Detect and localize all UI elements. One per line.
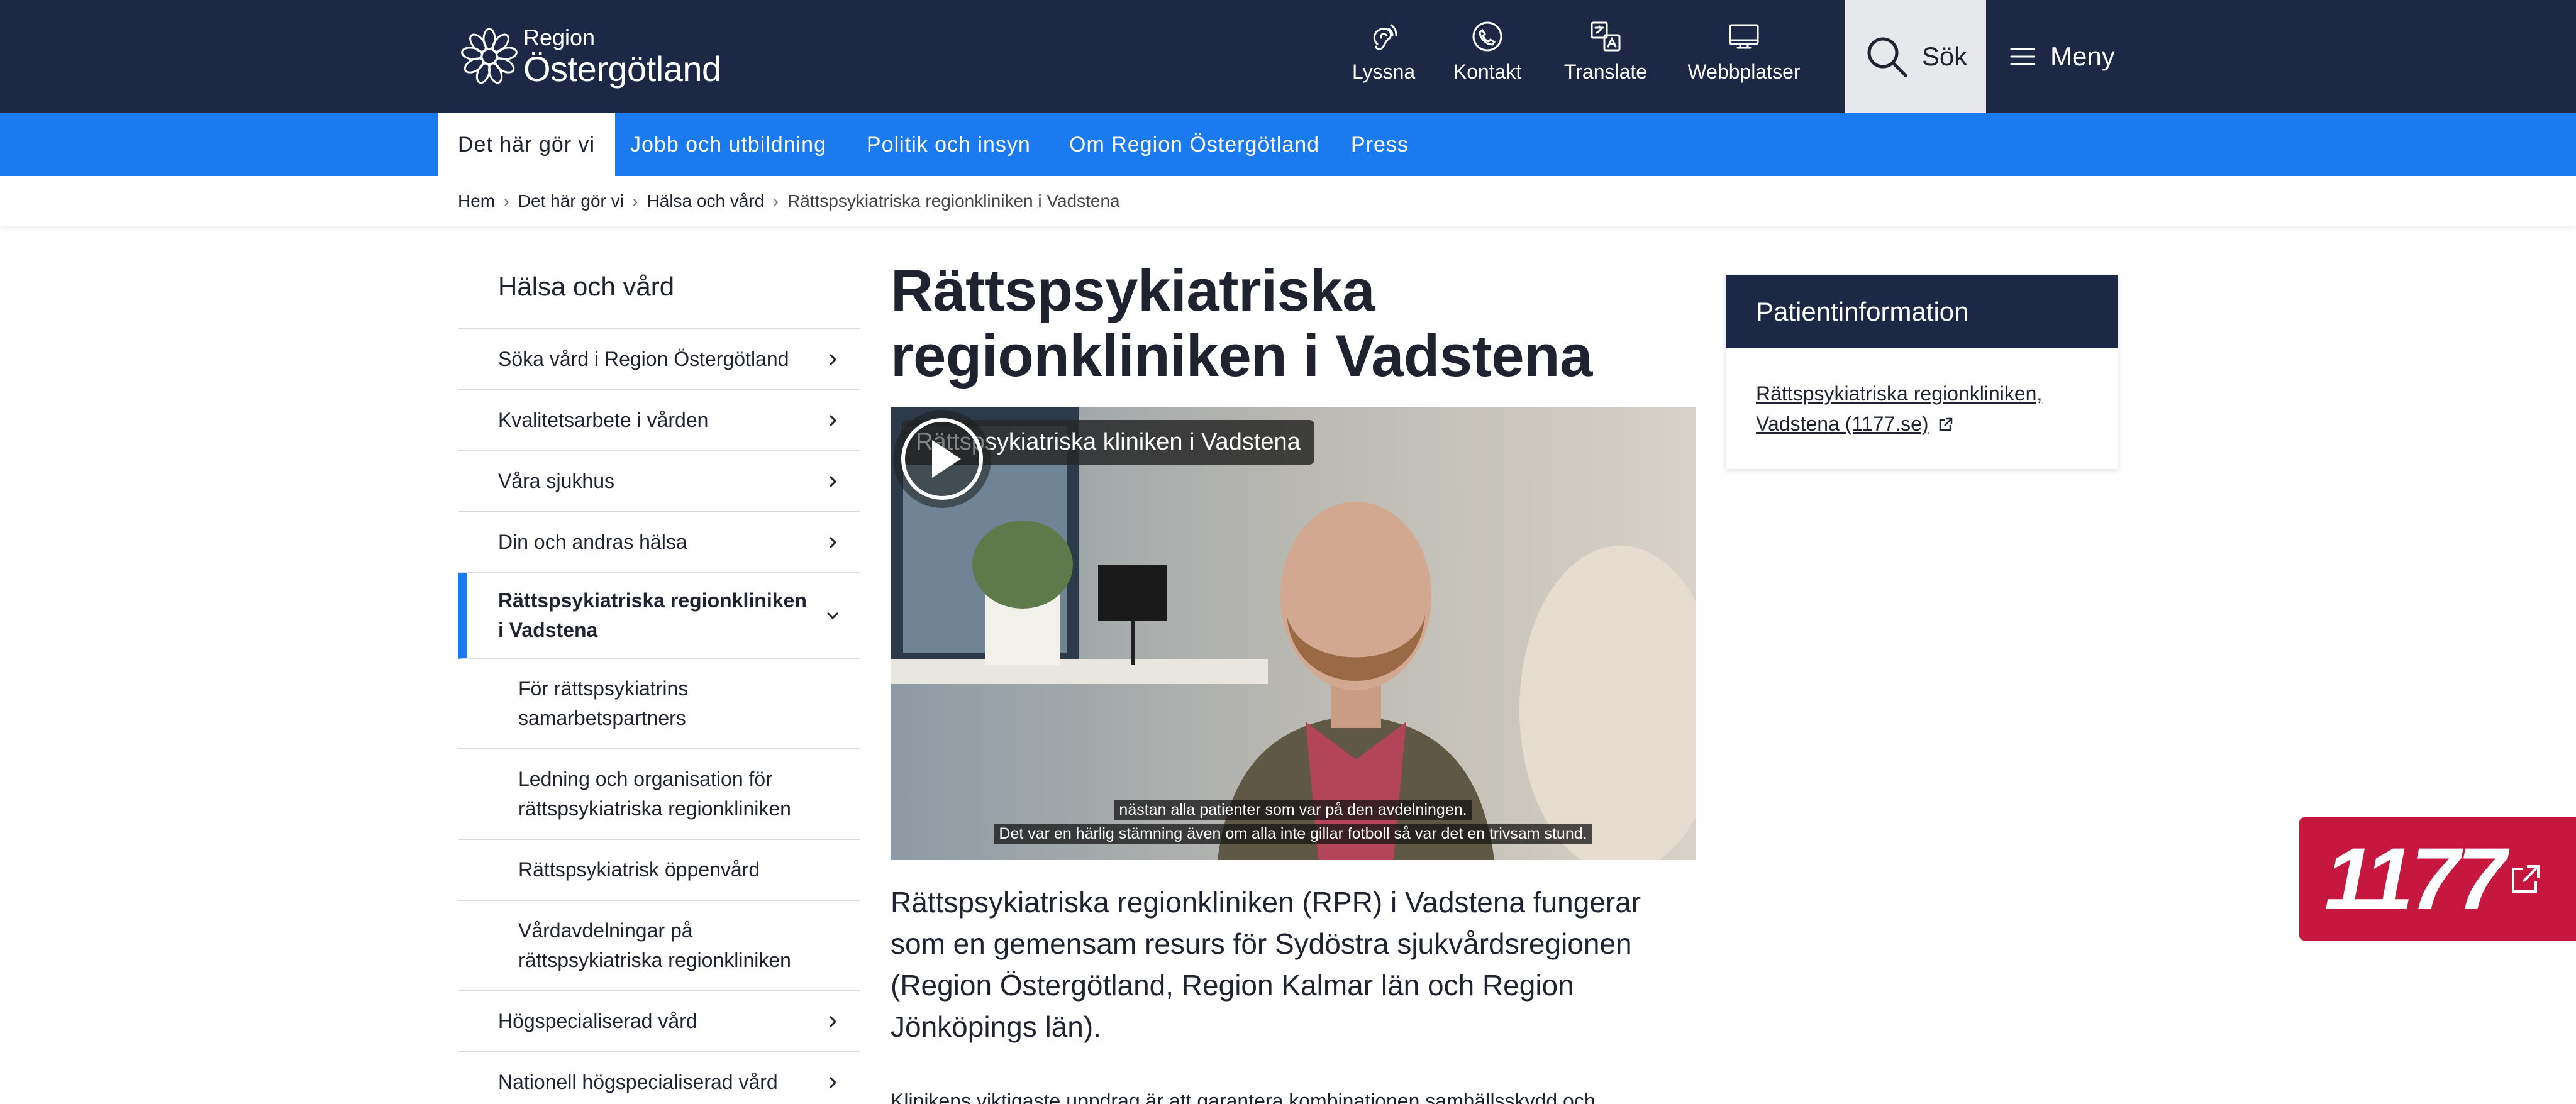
sidenav-item-nationell-hogspecialiserad-vard[interactable]: Nationell högspecialiserad vård bbox=[458, 1052, 860, 1104]
body-paragraph: Klinikens viktigaste uppdrag är att gara… bbox=[891, 1090, 1596, 1104]
breadcrumb-chevron-icon: › bbox=[504, 191, 509, 211]
sidenav-item-vara-sjukhus[interactable]: Våra sjukhus bbox=[458, 451, 860, 512]
patient-info-body: Rättspsykiatriska regionkliniken, Vadste… bbox=[1726, 348, 2118, 469]
search-icon bbox=[1867, 37, 1907, 77]
main-content: Rättspsykiatriska regionkliniken i Vadst… bbox=[891, 258, 1696, 1104]
chevron-right-icon bbox=[829, 536, 837, 548]
1177-badge-button[interactable]: 1177 bbox=[2299, 817, 2576, 941]
video-caption-line: nästan alla patienter som var på den avd… bbox=[891, 800, 1696, 820]
external-link-icon bbox=[2512, 865, 2540, 893]
sidenav-item-label: Rättspsykiatriska regionkliniken i Vadst… bbox=[498, 589, 807, 641]
websites-label: Webbplatser bbox=[1687, 60, 1801, 83]
sidenav-heading[interactable]: Hälsa och vård bbox=[458, 251, 860, 329]
sidenav-subitem-ledning-och-organisation[interactable]: Ledning och organisation för rättspsykia… bbox=[458, 749, 860, 840]
breadcrumb-link-halsa-och-vard[interactable]: Hälsa och vård bbox=[647, 191, 765, 211]
1177-logo-text: 1177 bbox=[2324, 829, 2506, 928]
logo-region-text: Region bbox=[523, 25, 596, 50]
play-icon[interactable] bbox=[891, 407, 994, 511]
sidenav-item-rattspsykiatriska-regionkliniken[interactable]: Rättspsykiatriska regionkliniken i Vadst… bbox=[458, 573, 860, 659]
sidenav-item-label: Din och andras hälsa bbox=[498, 531, 687, 553]
sidenav-item-label: Söka vård i Region Östergötland bbox=[498, 348, 789, 370]
menu-label: Meny bbox=[2050, 41, 2115, 71]
sidenav-item-label: Nationell högspecialiserad vård bbox=[498, 1071, 778, 1093]
ear-icon bbox=[1373, 24, 1397, 50]
sidenav-item-hogspecialiserad-vard[interactable]: Högspecialiserad vård bbox=[458, 991, 860, 1052]
lead-paragraph: Rättspsykiatriska regionkliniken (RPR) i… bbox=[891, 886, 1641, 1043]
chevron-right-icon bbox=[829, 1015, 837, 1027]
video-player[interactable]: Rättspsykiatriska kliniken i Vadstena nä… bbox=[891, 407, 1696, 860]
video-caption-text: Det var en härlig stämning även om alla … bbox=[994, 824, 1592, 844]
sidenav-item-label: Högspecialiserad vård bbox=[498, 1010, 697, 1032]
breadcrumb-chevron-icon: › bbox=[632, 191, 638, 211]
breadcrumb: Hem › Det här gör vi › Hälsa och vård › … bbox=[458, 176, 1120, 226]
region-flower-logo-icon bbox=[461, 28, 518, 84]
sidenav-subitem-oppenvard[interactable]: Rättspsykiatrisk öppenvård bbox=[458, 840, 860, 901]
nav-item-press[interactable]: Press bbox=[1351, 113, 1409, 176]
patient-info-link[interactable]: Rättspsykiatriska regionkliniken, Vadste… bbox=[1756, 382, 2042, 435]
listen-button[interactable]: Lyssna bbox=[1352, 19, 1415, 94]
translate-icon bbox=[1591, 21, 1621, 52]
sidenav-item-label: För rättspsykiatrins samarbetspartners bbox=[518, 677, 689, 729]
contact-label: Kontakt bbox=[1453, 60, 1522, 83]
monitor-icon bbox=[1729, 24, 1759, 49]
breadcrumb-link-det-har-gor-vi[interactable]: Det här gör vi bbox=[518, 191, 624, 211]
chevron-right-icon bbox=[829, 353, 837, 365]
region-logo[interactable]: Region Östergötland bbox=[458, 24, 728, 89]
translate-button[interactable]: Translate bbox=[1562, 19, 1649, 94]
page-title: Rättspsykiatriska regionkliniken i Vadst… bbox=[891, 257, 1592, 389]
logo-wordmark: Region Östergötland bbox=[523, 26, 721, 87]
nav-item-politik-och-insyn[interactable]: Politik och insyn bbox=[867, 113, 1031, 176]
search-label: Sök bbox=[1921, 41, 1968, 71]
site-header: Region Östergötland Lyssna Kontakt Trans… bbox=[0, 0, 2576, 113]
external-link-icon bbox=[1940, 417, 1953, 431]
sidenav-item-kvalitetsarbete[interactable]: Kvalitetsarbete i vården bbox=[458, 390, 860, 451]
nav-item-om-region-ostergotland[interactable]: Om Region Östergötland bbox=[1069, 113, 1319, 176]
sidenav-item-label: Våra sjukhus bbox=[498, 470, 614, 492]
sidenav-item-label: Kvalitetsarbete i vården bbox=[498, 409, 709, 431]
phone-icon bbox=[1472, 21, 1502, 52]
hamburger-menu-icon bbox=[2010, 48, 2035, 65]
chevron-right-icon bbox=[829, 414, 837, 426]
contact-button[interactable]: Kontakt bbox=[1453, 19, 1522, 94]
sidenav-item-label: Rättspsykiatrisk öppenvård bbox=[518, 858, 760, 881]
breadcrumb-bar: Hem › Det här gör vi › Hälsa och vård › … bbox=[0, 176, 2576, 226]
breadcrumb-current: Rättspsykiatriska regionkliniken i Vadst… bbox=[787, 191, 1120, 211]
sidenav-item-label: Vårdavdelningar på rättspsykiatriska reg… bbox=[518, 919, 791, 971]
sidenav-subitem-samarbetspartners[interactable]: För rättspsykiatrins samarbetspartners bbox=[458, 659, 860, 749]
video-caption-text: nästan alla patienter som var på den avd… bbox=[1114, 800, 1472, 820]
nav-item-det-har-gor-vi[interactable]: Det här gör vi bbox=[438, 113, 616, 176]
sidenav-subitem-vardavdelningar[interactable]: Vårdavdelningar på rättspsykiatriska reg… bbox=[458, 901, 860, 991]
chevron-right-icon bbox=[829, 1076, 837, 1088]
sidenav-item-label: Ledning och organisation för rättspsykia… bbox=[518, 768, 791, 820]
websites-button[interactable]: Webbplatser bbox=[1685, 19, 1802, 94]
primary-nav: Det här gör vi Jobb och utbildning Polit… bbox=[0, 113, 2576, 176]
listen-label: Lyssna bbox=[1352, 60, 1416, 83]
patient-info-link-text: Rättspsykiatriska regionkliniken, Vadste… bbox=[1756, 382, 2043, 435]
nav-item-jobb-och-utbildning[interactable]: Jobb och utbildning bbox=[630, 113, 826, 176]
search-button[interactable]: Sök bbox=[1845, 0, 1986, 113]
chevron-down-icon bbox=[826, 612, 839, 620]
sidenav-item-din-och-andras-halsa[interactable]: Din och andras hälsa bbox=[458, 512, 860, 573]
patient-info-card: Patientinformation Rättspsykiatriska reg… bbox=[1726, 275, 2118, 469]
section-sidenav: Hälsa och vård Söka vård i Region Österg… bbox=[458, 251, 860, 1104]
video-thumbnail-image bbox=[891, 407, 1696, 860]
breadcrumb-link-hem[interactable]: Hem bbox=[458, 191, 495, 211]
sidenav-item-soka-vard[interactable]: Söka vård i Region Östergötland bbox=[458, 329, 860, 390]
menu-button[interactable]: Meny bbox=[2010, 0, 2148, 113]
breadcrumb-chevron-icon: › bbox=[773, 191, 779, 211]
translate-label: Translate bbox=[1563, 60, 1648, 83]
chevron-right-icon bbox=[829, 475, 837, 487]
video-caption-line: Det var en härlig stämning även om alla … bbox=[891, 824, 1696, 844]
patient-info-title: Patientinformation bbox=[1726, 275, 2118, 348]
logo-name-text: Östergötland bbox=[523, 49, 721, 89]
